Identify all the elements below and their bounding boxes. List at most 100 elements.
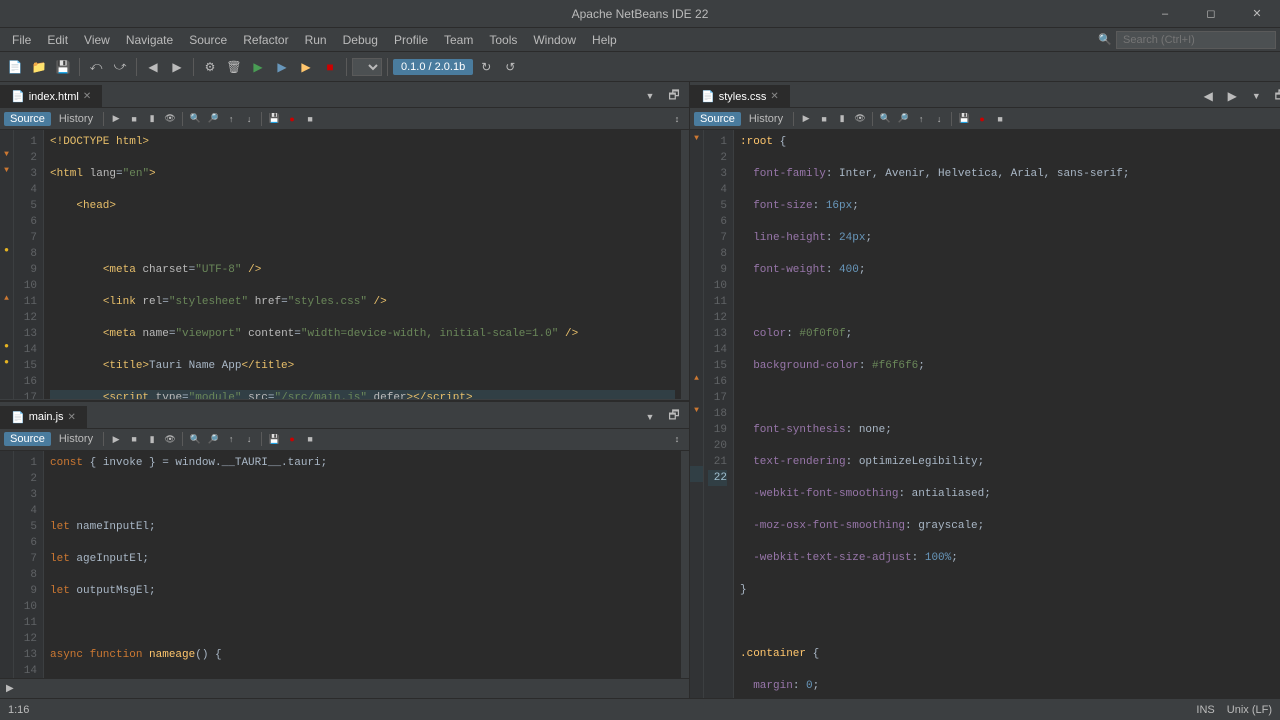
css-tab-next[interactable]: ▶: [1221, 85, 1243, 107]
js-bottom-icon[interactable]: ▶: [6, 683, 14, 694]
open-button[interactable]: 📁: [28, 56, 50, 78]
js-source-btn[interactable]: Source: [4, 432, 51, 446]
js-et-6[interactable]: 🔎: [205, 431, 221, 447]
menu-view[interactable]: View: [76, 28, 118, 51]
reload-button[interactable]: ↺: [499, 56, 521, 78]
et-btn-7[interactable]: ↑: [223, 111, 239, 127]
menu-team[interactable]: Team: [436, 28, 481, 51]
menu-file[interactable]: File: [4, 28, 39, 51]
minimize-button[interactable]: –: [1142, 0, 1188, 27]
tab-index-html-close[interactable]: ✕: [83, 91, 91, 102]
css-code-content[interactable]: :root { font-family: Inter, Avenir, Helv…: [734, 130, 1280, 698]
et-btn-3[interactable]: ▮: [144, 111, 160, 127]
css-et-6[interactable]: 🔎: [895, 111, 911, 127]
search-input[interactable]: [1116, 31, 1276, 49]
forward-button[interactable]: ▶: [166, 56, 188, 78]
css-et-3[interactable]: ▮: [834, 111, 850, 127]
tab-main-js-close[interactable]: ✕: [68, 412, 76, 423]
redo-button[interactable]: ⤻: [109, 56, 131, 78]
js-et-4[interactable]: 👁: [162, 431, 178, 447]
js-et-5[interactable]: 🔍: [187, 431, 203, 447]
tab-styles-css[interactable]: 📄 styles.css ✕: [690, 85, 790, 107]
html-tab-action-2[interactable]: 🗗: [663, 85, 685, 107]
gutter-line-17: [0, 386, 13, 399]
menu-help[interactable]: Help: [584, 28, 625, 51]
js-et-8[interactable]: ↓: [241, 431, 257, 447]
project-selector[interactable]: [352, 58, 382, 76]
css-et-2[interactable]: ■: [816, 111, 832, 127]
js-et-9[interactable]: 💾: [266, 431, 282, 447]
close-button[interactable]: ✕: [1234, 0, 1280, 27]
et-btn-1[interactable]: ▶: [108, 111, 124, 127]
status-line-ending: Unix (LF): [1227, 704, 1272, 716]
css-et-5[interactable]: 🔍: [877, 111, 893, 127]
menu-profile[interactable]: Profile: [386, 28, 436, 51]
menu-edit[interactable]: Edit: [39, 28, 76, 51]
css-et-1[interactable]: ▶: [798, 111, 814, 127]
css-source-btn[interactable]: Source: [694, 112, 741, 126]
menu-debug[interactable]: Debug: [335, 28, 386, 51]
back-button[interactable]: ◀: [142, 56, 164, 78]
et-btn-4[interactable]: 👁: [162, 111, 178, 127]
new-file-button[interactable]: 📄: [4, 56, 26, 78]
debug-project-button[interactable]: ▶: [271, 56, 293, 78]
html-history-btn[interactable]: History: [53, 112, 99, 126]
html-scrollbar[interactable]: [681, 130, 689, 399]
css-et-7[interactable]: ↑: [913, 111, 929, 127]
js-et-3[interactable]: ▮: [144, 431, 160, 447]
et-btn-5[interactable]: 🔍: [187, 111, 203, 127]
js-history-btn[interactable]: History: [53, 432, 99, 446]
menu-run[interactable]: Run: [297, 28, 335, 51]
css-record-btn[interactable]: ●: [974, 111, 990, 127]
et-btn-6[interactable]: 🔎: [205, 111, 221, 127]
js-scrollbar[interactable]: [681, 451, 689, 678]
run-version-button[interactable]: 0.1.0 / 2.0.1b: [393, 59, 473, 75]
tab-main-js[interactable]: 📄 main.js ✕: [0, 406, 87, 428]
js-et-1[interactable]: ▶: [108, 431, 124, 447]
css-history-btn[interactable]: History: [743, 112, 789, 126]
css-tab-prev[interactable]: ◀: [1197, 85, 1219, 107]
ln-17: 17: [18, 390, 37, 399]
menu-refactor[interactable]: Refactor: [235, 28, 296, 51]
menu-tools[interactable]: Tools: [481, 28, 525, 51]
menu-source[interactable]: Source: [181, 28, 235, 51]
et-btn-2[interactable]: ■: [126, 111, 142, 127]
html-tab-action-1[interactable]: ▼: [639, 85, 661, 107]
js-record-btn[interactable]: ●: [284, 431, 300, 447]
tab-styles-css-close[interactable]: ✕: [770, 91, 778, 102]
profile-project-button[interactable]: ▶: [295, 56, 317, 78]
css-tab-action[interactable]: ▼: [1245, 85, 1267, 107]
menu-navigate[interactable]: Navigate: [118, 28, 181, 51]
et-record-btn[interactable]: ●: [284, 111, 300, 127]
et-btn-10[interactable]: ■: [302, 111, 318, 127]
js-tab-action-1[interactable]: ▼: [639, 406, 661, 428]
js-et-2[interactable]: ■: [126, 431, 142, 447]
css-et-9[interactable]: 💾: [956, 111, 972, 127]
css-toggle-btn[interactable]: 🗗: [1269, 85, 1280, 107]
undo-button[interactable]: ⤺: [85, 56, 107, 78]
css-et-4[interactable]: 👁: [852, 111, 868, 127]
css-et-10[interactable]: ■: [992, 111, 1008, 127]
css-toggle-pane[interactable]: ↕: [1275, 111, 1280, 127]
build-button[interactable]: ⚙: [199, 56, 221, 78]
save-button[interactable]: 💾: [52, 56, 74, 78]
js-code-content[interactable]: const { invoke } = window.__TAURI__.taur…: [44, 451, 681, 678]
tab-index-html[interactable]: 📄 index.html ✕: [0, 85, 102, 107]
css-ln-2: 2: [708, 150, 727, 166]
js-et-10[interactable]: ■: [302, 431, 318, 447]
clean-button[interactable]: 🗑: [223, 56, 245, 78]
js-tab-action-2[interactable]: 🗗: [663, 406, 685, 428]
et-btn-9[interactable]: 💾: [266, 111, 282, 127]
maximize-button[interactable]: ◻: [1188, 0, 1234, 27]
js-toggle-btn[interactable]: ↕: [669, 431, 685, 447]
et-btn-8[interactable]: ↓: [241, 111, 257, 127]
html-code-content[interactable]: <!DOCTYPE html> <html lang="en"> <head> …: [44, 130, 681, 399]
js-et-7[interactable]: ↑: [223, 431, 239, 447]
html-toggle-btn[interactable]: ↕: [669, 111, 685, 127]
html-source-btn[interactable]: Source: [4, 112, 51, 126]
menu-window[interactable]: Window: [525, 28, 584, 51]
refresh-button[interactable]: ↻: [475, 56, 497, 78]
stop-button[interactable]: ■: [319, 56, 341, 78]
run-project-button[interactable]: ▶: [247, 56, 269, 78]
css-et-8[interactable]: ↓: [931, 111, 947, 127]
